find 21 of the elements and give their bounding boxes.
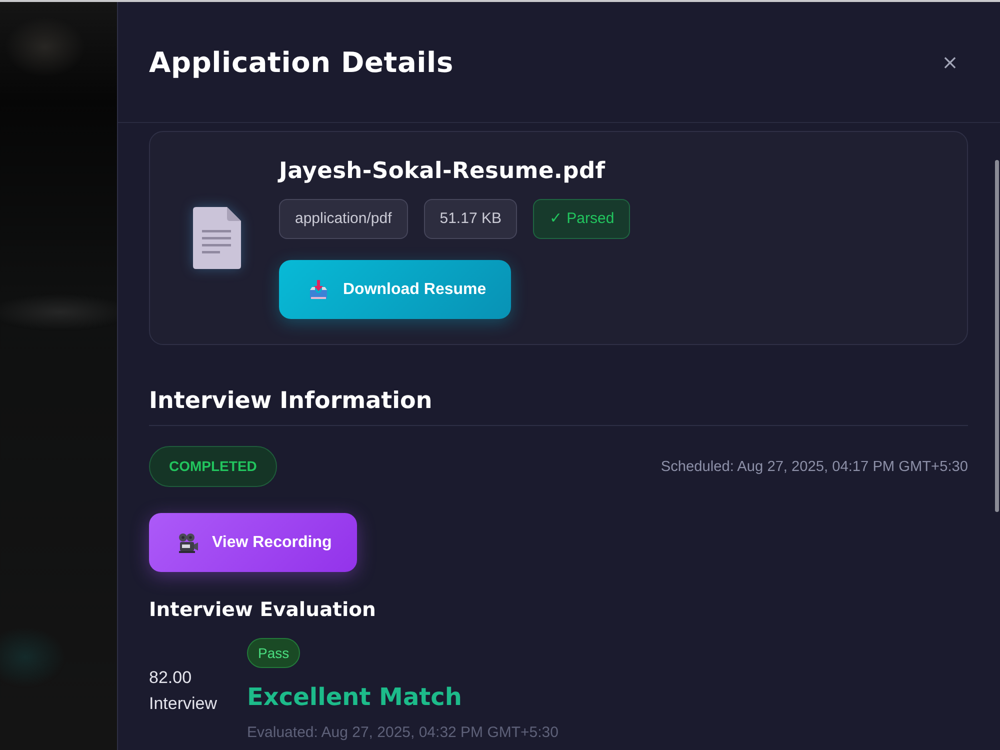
section-heading: Interview Information (149, 387, 432, 415)
score-value: 82.00 (149, 666, 192, 688)
evaluated-time: Evaluated: Aug 27, 2025, 04:32 PM GMT+5:30 (247, 723, 558, 743)
status-chip: ✓ Parsed (533, 199, 630, 239)
modal-title: Application Details (149, 46, 454, 78)
status-badge: COMPLETED (149, 446, 277, 487)
download-icon (309, 280, 328, 300)
scrollbar-thumb[interactable] (995, 160, 999, 512)
download-button[interactable]: Download Resume (279, 260, 512, 319)
score-label: Interview (149, 692, 218, 714)
movie-camera-icon (177, 532, 198, 552)
file-info-chip: 51.17 KB (424, 199, 518, 239)
scheduled-time: Scheduled: Aug 27, 2025, 04:17 PM GMT+5:30 (660, 458, 968, 474)
document-icon (193, 207, 241, 269)
verdict-text: Excellent Match (247, 682, 462, 713)
view-recording-button[interactable]: View Recording (149, 513, 357, 572)
result-badge: Pass (247, 638, 300, 668)
close-button[interactable]: × (940, 51, 960, 73)
section-heading: Interview Evaluation (149, 598, 376, 622)
file-name: Jayesh-Sokal-Resume.pdf (279, 157, 606, 185)
file-info-chip: application/pdf (279, 199, 408, 239)
